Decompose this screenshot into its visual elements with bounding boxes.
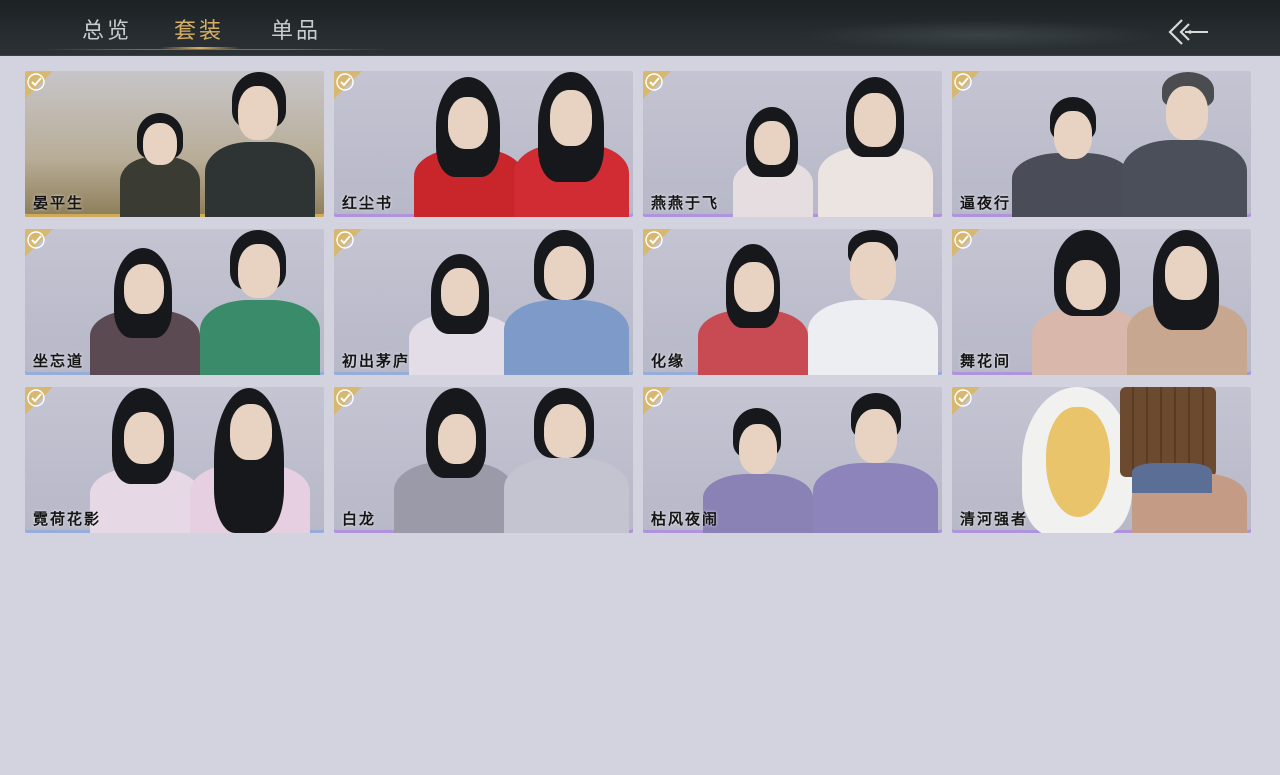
owned-check-icon (952, 387, 980, 415)
owned-check-icon (334, 229, 362, 257)
character-figure (90, 388, 200, 533)
character-figure (1032, 230, 1142, 375)
owned-check-icon (25, 71, 53, 99)
character-figure (808, 230, 938, 375)
outfit-card[interactable]: 红尘书 (334, 71, 633, 217)
character-figure (90, 240, 200, 375)
character-figure (818, 77, 933, 217)
outfit-card[interactable]: 晏平生 (25, 71, 324, 217)
outfit-name: 初出茅庐 (342, 352, 411, 370)
owned-check-icon (25, 387, 53, 415)
double-chevron-left-arrow-icon (1168, 19, 1208, 45)
character-figure (190, 388, 310, 533)
character-figure (504, 388, 629, 533)
owned-check-icon (643, 71, 671, 99)
top-navigation-bar: 总览 套装 单品 (0, 0, 1280, 55)
owned-check-icon (25, 229, 53, 257)
character-figure (1122, 72, 1247, 217)
header-haze-decoration (800, 20, 1160, 50)
outfit-card[interactable]: 燕燕于飞 (643, 71, 942, 217)
owned-check-icon (643, 229, 671, 257)
owned-check-icon (643, 387, 671, 415)
character-figure (514, 72, 629, 217)
outfit-card[interactable]: 初出茅庐 (334, 229, 633, 375)
outfit-set-grid: 晏平生 红尘书 燕燕于飞 逼夜行 坐忘道 初出茅庐 化缘 舞花间 霓荷花影 白龙… (25, 71, 1251, 533)
outfit-name: 燕燕于飞 (651, 194, 720, 212)
outfit-name: 清河强者 (960, 510, 1029, 528)
character-figure (409, 250, 514, 375)
outfit-name: 舞花间 (960, 352, 1012, 370)
owned-check-icon (334, 387, 362, 415)
outfit-card[interactable]: 清河强者 (952, 387, 1251, 533)
character-figure (200, 72, 320, 217)
character-figure (200, 230, 320, 375)
back-button[interactable] (1166, 16, 1212, 48)
character-figure (728, 107, 818, 217)
outfit-name: 化缘 (651, 352, 686, 370)
outfit-card[interactable]: 霓荷花影 (25, 387, 324, 533)
duck-beak (1046, 407, 1110, 517)
tab-single-items[interactable]: 单品 (271, 13, 321, 45)
character-figure (698, 240, 808, 375)
outfit-name: 霓荷花影 (33, 510, 102, 528)
character-figure (1132, 463, 1247, 533)
tab-overview[interactable]: 总览 (82, 13, 132, 45)
character-figure (414, 77, 524, 217)
outfit-name: 枯风夜闹 (651, 510, 720, 528)
outfit-card[interactable]: 枯风夜闹 (643, 387, 942, 533)
outfit-card[interactable]: 化缘 (643, 229, 942, 375)
character-figure (394, 388, 514, 533)
active-tab-indicator (160, 47, 240, 49)
outfit-card[interactable]: 白龙 (334, 387, 633, 533)
outfit-name: 逼夜行 (960, 194, 1012, 212)
outfit-card[interactable]: 坐忘道 (25, 229, 324, 375)
character-figure (1012, 87, 1132, 217)
character-figure (115, 97, 205, 217)
outfit-card[interactable]: 舞花间 (952, 229, 1251, 375)
outfit-name: 晏平生 (33, 194, 85, 212)
character-figure (504, 230, 629, 375)
outfit-card[interactable]: 逼夜行 (952, 71, 1251, 217)
outfit-name: 红尘书 (342, 194, 394, 212)
owned-check-icon (952, 71, 980, 99)
owned-check-icon (334, 71, 362, 99)
outfit-name: 白龙 (342, 510, 377, 528)
owned-check-icon (952, 229, 980, 257)
character-figure (813, 393, 938, 533)
outfit-name: 坐忘道 (33, 352, 85, 370)
tab-divider-line (40, 49, 390, 50)
character-figure (1127, 230, 1247, 375)
tab-outfit-sets[interactable]: 套装 (174, 13, 224, 45)
character-figure (703, 408, 813, 533)
duck-costume-figure (1022, 387, 1132, 533)
